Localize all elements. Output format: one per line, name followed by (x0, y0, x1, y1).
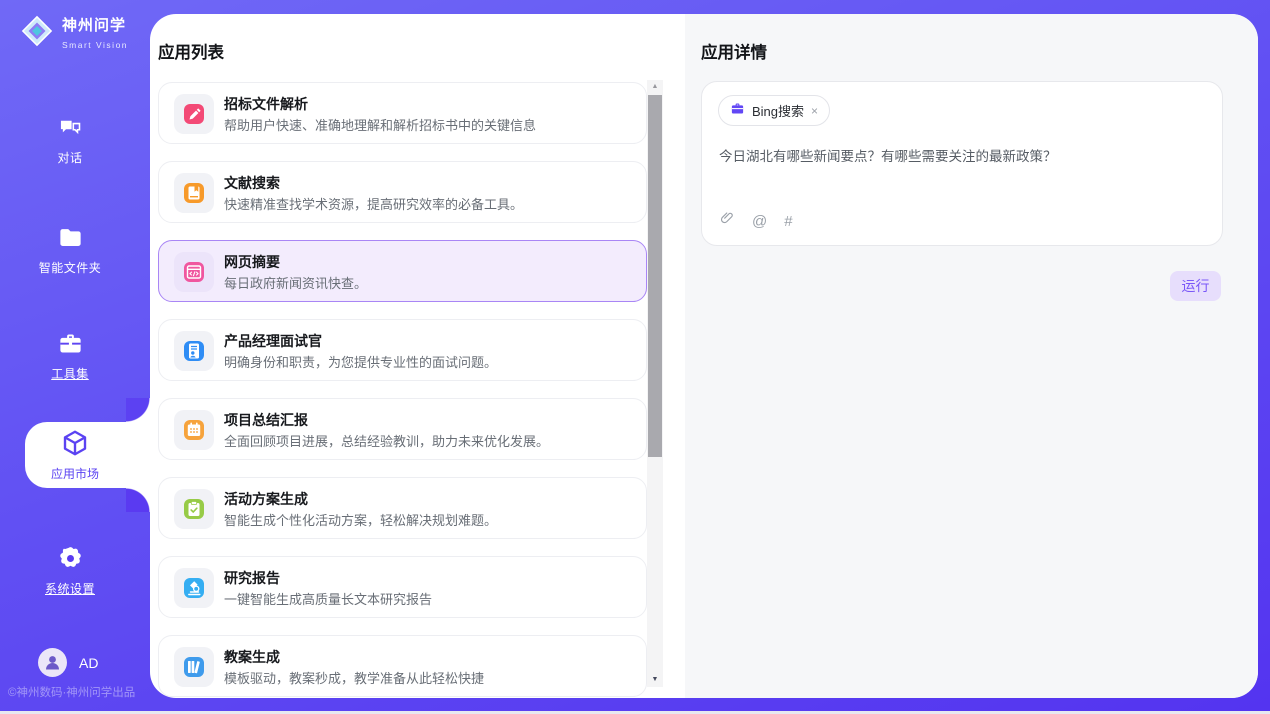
avatar (38, 648, 67, 677)
input-toolbar: @ # (719, 210, 793, 232)
app-list-title: 应用列表 (158, 39, 224, 63)
tool-chip-bing-search[interactable]: Bing搜索 × (718, 95, 830, 126)
app-description: 帮助用户快速、准确地理解和解析招标书中的关键信息 (224, 115, 536, 134)
project-summary-icon (174, 410, 214, 450)
app-description: 每日政府新闻资讯快查。 (224, 273, 367, 292)
hash-icon[interactable]: # (784, 213, 792, 230)
lesson-plan-icon (174, 647, 214, 687)
app-name: 活动方案生成 (224, 489, 308, 509)
event-plan-icon (174, 489, 214, 529)
query-input-text[interactable]: 今日湖北有哪些新闻要点？有哪些需要关注的最新政策？ (719, 145, 1057, 165)
sidebar-item-settings[interactable]: 系统设置 (0, 545, 140, 597)
list-scrollbar[interactable]: ▲ ▼ (647, 80, 663, 687)
app-detail-pane: 应用详情 Bing搜索 × 今日湖北有哪些新闻要点？有哪些需要关注的最新政策？ … (685, 14, 1258, 698)
bid-document-icon (174, 94, 214, 134)
app-list: 招标文件解析 帮助用户快速、准确地理解和解析招标书中的关键信息 文献搜索 快速精… (158, 82, 647, 698)
web-summary-icon (174, 252, 214, 292)
app-card-bid-parsing[interactable]: 招标文件解析 帮助用户快速、准确地理解和解析招标书中的关键信息 (158, 82, 647, 144)
app-window: 神州问学 Smart Vision 对话 智能文件夹 (0, 0, 1270, 711)
copyright-text: ©神州数码·神州问学出品 (8, 684, 135, 700)
gear-icon (57, 545, 84, 572)
app-description: 全面回顾项目进展，总结经验教训，助力未来优化发展。 (224, 431, 549, 450)
app-description: 一键智能生成高质量长文本研究报告 (224, 589, 432, 608)
run-button[interactable]: 运行 (1170, 271, 1221, 301)
sidebar-item-smart-folder[interactable]: 智能文件夹 (0, 224, 140, 276)
user-initials: AD (79, 655, 98, 671)
app-name: 网页摘要 (224, 252, 280, 272)
app-name: 文献搜索 (224, 173, 280, 193)
literature-search-icon (174, 173, 214, 213)
folder-icon (57, 224, 84, 251)
chat-icon (57, 114, 84, 141)
notch-curve-bottom (126, 488, 150, 512)
app-description: 快速精准查找学术资源，提高研究效率的必备工具。 (224, 194, 523, 213)
app-card-research-report[interactable]: 研究报告 一键智能生成高质量长文本研究报告 (158, 556, 647, 618)
main-content: 应用列表 招标文件解析 帮助用户快速、准确地理解和解析招标书中的关键信息 文献搜… (150, 14, 1258, 698)
paperclip-icon[interactable] (719, 210, 735, 232)
query-card[interactable]: Bing搜索 × 今日湖北有哪些新闻要点？有哪些需要关注的最新政策？ @ # (701, 81, 1223, 246)
app-name: 招标文件解析 (224, 94, 308, 114)
app-name: 研究报告 (224, 568, 280, 588)
diamond-logo-icon (18, 12, 56, 55)
app-card-event-plan[interactable]: 活动方案生成 智能生成个性化活动方案，轻松解决规划难题。 (158, 477, 647, 539)
user-account[interactable]: AD (38, 648, 98, 677)
brand-title: 神州问学 (62, 17, 126, 34)
app-card-project-summary[interactable]: 项目总结汇报 全面回顾项目进展，总结经验教训，助力未来优化发展。 (158, 398, 647, 460)
scroll-up-icon[interactable]: ▲ (647, 80, 663, 94)
sidebar-item-toolset[interactable]: 工具集 (0, 330, 140, 382)
sidebar-item-app-market[interactable]: 应用市场 (25, 422, 125, 488)
interviewer-icon (174, 331, 214, 371)
close-icon[interactable]: × (811, 104, 818, 118)
brand-logo: 神州问学 Smart Vision (18, 12, 150, 55)
app-description: 明确身份和职责，为您提供专业性的面试问题。 (224, 352, 497, 371)
sidebar: 神州问学 Smart Vision 对话 智能文件夹 (0, 0, 150, 711)
app-card-lesson-plan[interactable]: 教案生成 模板驱动，教案秒成，教学准备从此轻松快捷 (158, 635, 647, 697)
research-report-icon (174, 568, 214, 608)
toolbox-icon (57, 330, 84, 357)
brand-subtitle: Smart Vision (62, 40, 128, 50)
app-card-pm-interviewer[interactable]: 产品经理面试官 明确身份和职责，为您提供专业性的面试问题。 (158, 319, 647, 381)
app-name: 产品经理面试官 (224, 331, 322, 351)
sidebar-item-label: 系统设置 (0, 580, 140, 597)
notch-curve-top (126, 398, 150, 422)
cube-icon (60, 445, 90, 462)
sidebar-item-chat[interactable]: 对话 (0, 114, 140, 166)
app-description: 模板驱动，教案秒成，教学准备从此轻松快捷 (224, 668, 484, 687)
sidebar-item-label: 智能文件夹 (0, 259, 140, 276)
sidebar-item-label: 对话 (0, 149, 140, 166)
scrollbar-thumb[interactable] (648, 95, 662, 457)
sidebar-item-label: 应用市场 (25, 465, 125, 482)
scroll-down-icon[interactable]: ▼ (647, 673, 663, 687)
tool-chip-label: Bing搜索 (752, 101, 804, 120)
briefcase-icon (730, 101, 745, 121)
app-card-literature-search[interactable]: 文献搜索 快速精准查找学术资源，提高研究效率的必备工具。 (158, 161, 647, 223)
at-icon[interactable]: @ (752, 213, 767, 230)
app-description: 智能生成个性化活动方案，轻松解决规划难题。 (224, 510, 497, 529)
app-detail-title: 应用详情 (701, 39, 767, 63)
app-card-web-summary[interactable]: 网页摘要 每日政府新闻资讯快查。 (158, 240, 647, 302)
app-list-pane: 应用列表 招标文件解析 帮助用户快速、准确地理解和解析招标书中的关键信息 文献搜… (150, 14, 685, 698)
app-name: 教案生成 (224, 647, 280, 667)
app-name: 项目总结汇报 (224, 410, 308, 430)
sidebar-item-label: 工具集 (0, 365, 140, 382)
